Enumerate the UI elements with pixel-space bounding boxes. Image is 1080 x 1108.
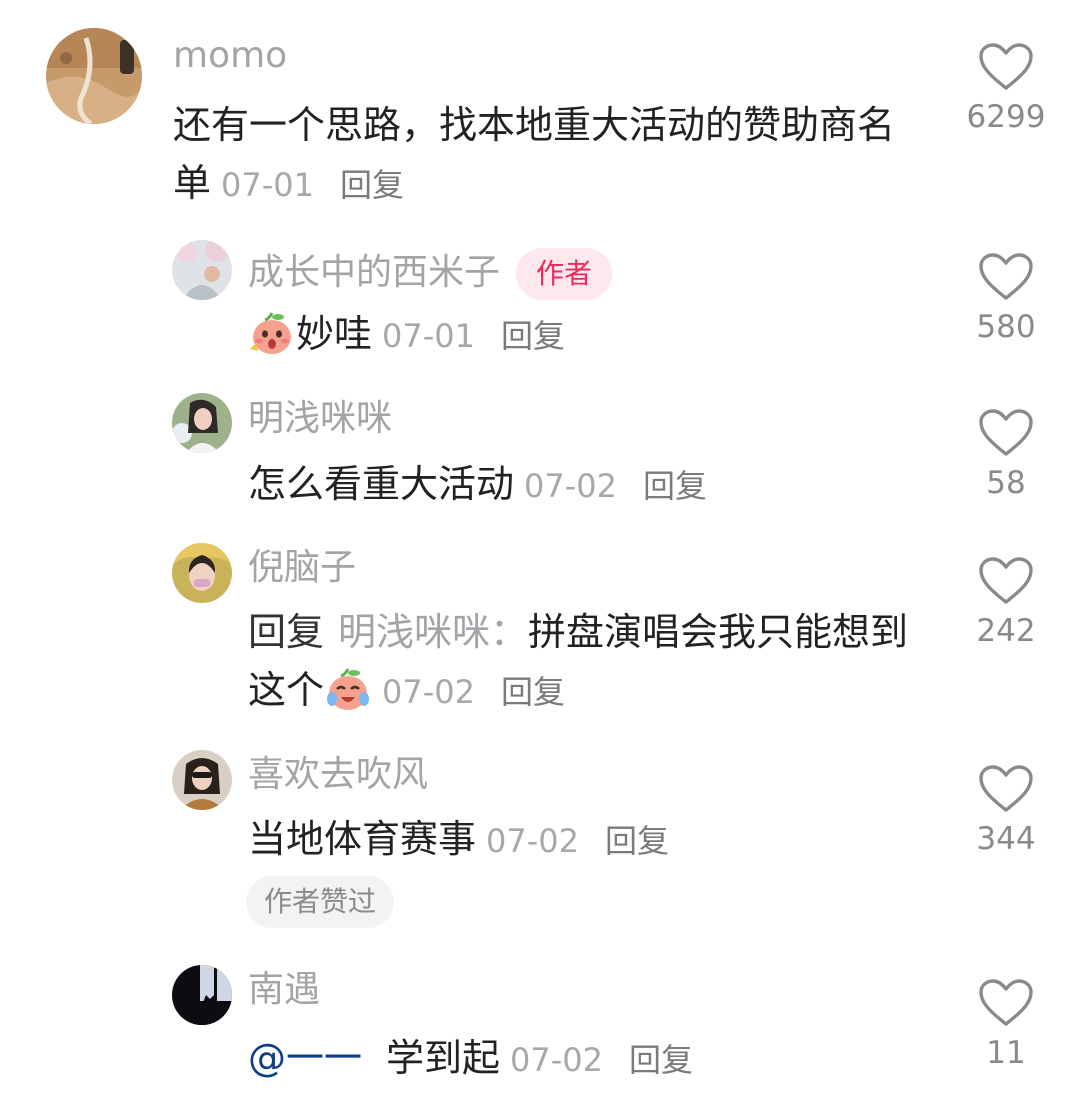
heart-outline-icon	[979, 43, 1033, 90]
comment-text: 妙哇	[296, 312, 373, 356]
comment-body: 还有一个思路，找本地重大活动的赞助商名单 07-01 回复	[173, 96, 913, 214]
like-button[interactable]: 11	[961, 978, 1051, 1069]
like-button[interactable]: 344	[961, 764, 1051, 855]
avatar[interactable]	[172, 750, 232, 810]
comment-body: 怎么看重大活动 07-02 回复	[248, 455, 928, 515]
avatar[interactable]	[172, 965, 232, 1025]
like-button[interactable]: 242	[961, 556, 1051, 647]
surprised-peach-emoji-icon	[248, 309, 296, 357]
like-count: 580	[976, 309, 1036, 345]
avatar[interactable]	[172, 543, 232, 603]
username[interactable]: momo	[173, 38, 287, 74]
reply-button[interactable]: 回复	[340, 166, 404, 204]
heart-outline-icon	[979, 557, 1033, 604]
like-count: 344	[976, 821, 1036, 857]
like-count: 6299	[966, 99, 1046, 135]
comment-body: 回复 明浅咪咪：拼盘演唱会我只能想到这个 07-02 回复	[248, 603, 928, 721]
heart-outline-icon	[979, 253, 1033, 300]
comment-date: 07-02	[524, 467, 617, 505]
like-count: 58	[986, 465, 1026, 501]
comment-date: 07-01	[221, 166, 314, 204]
comment-date: 07-02	[382, 673, 475, 711]
reply-button[interactable]: 回复	[629, 1041, 693, 1079]
like-button[interactable]: 58	[961, 408, 1051, 499]
username[interactable]: 喜欢去吹风	[248, 757, 428, 793]
comment-date: 07-01	[382, 317, 475, 355]
like-button[interactable]: 6299	[961, 42, 1051, 133]
username[interactable]: 成长中的西米子 作者	[248, 248, 613, 300]
comment-body: @一一 学到起 07-02 回复	[248, 1029, 928, 1089]
reply-button[interactable]: 回复	[643, 467, 707, 505]
crying-laughing-peach-emoji-icon	[324, 665, 372, 713]
heart-outline-icon	[979, 979, 1033, 1026]
comment-date: 07-02	[486, 822, 579, 860]
heart-outline-icon	[979, 765, 1033, 812]
author-badge: 作者	[516, 248, 613, 300]
avatar[interactable]	[172, 240, 232, 300]
comment-body: 当地体育赛事 07-02 回复	[248, 810, 928, 870]
username[interactable]: 明浅咪咪	[248, 401, 392, 437]
reply-button[interactable]: 回复	[605, 822, 669, 860]
comment-text: 怎么看重大活动	[248, 462, 515, 506]
like-count: 242	[976, 613, 1036, 649]
beach-photo-avatar-icon	[46, 28, 142, 124]
avatar[interactable]	[46, 28, 142, 124]
heart-outline-icon	[979, 409, 1033, 456]
comment-body: 妙哇 07-01 回复	[248, 305, 928, 365]
username[interactable]: 南遇	[248, 972, 320, 1008]
author-liked-chip: 作者赞过	[246, 876, 395, 928]
mention-link[interactable]: @一一	[248, 1036, 362, 1080]
comment-text: 当地体育赛事	[248, 817, 477, 861]
comment-text: 学到起	[386, 1036, 501, 1080]
like-count: 11	[986, 1035, 1026, 1071]
reply-button[interactable]: 回复	[501, 317, 565, 355]
comment-date: 07-02	[510, 1041, 604, 1079]
like-button[interactable]: 580	[961, 252, 1051, 343]
username-text[interactable]: 成长中的西米子	[248, 252, 500, 293]
reply-button[interactable]: 回复	[501, 673, 565, 711]
username[interactable]: 倪脑子	[248, 550, 356, 586]
reply-target-username[interactable]: 明浅咪咪：	[338, 610, 528, 654]
avatar[interactable]	[172, 393, 232, 453]
reply-prefix: 回复	[248, 610, 325, 654]
